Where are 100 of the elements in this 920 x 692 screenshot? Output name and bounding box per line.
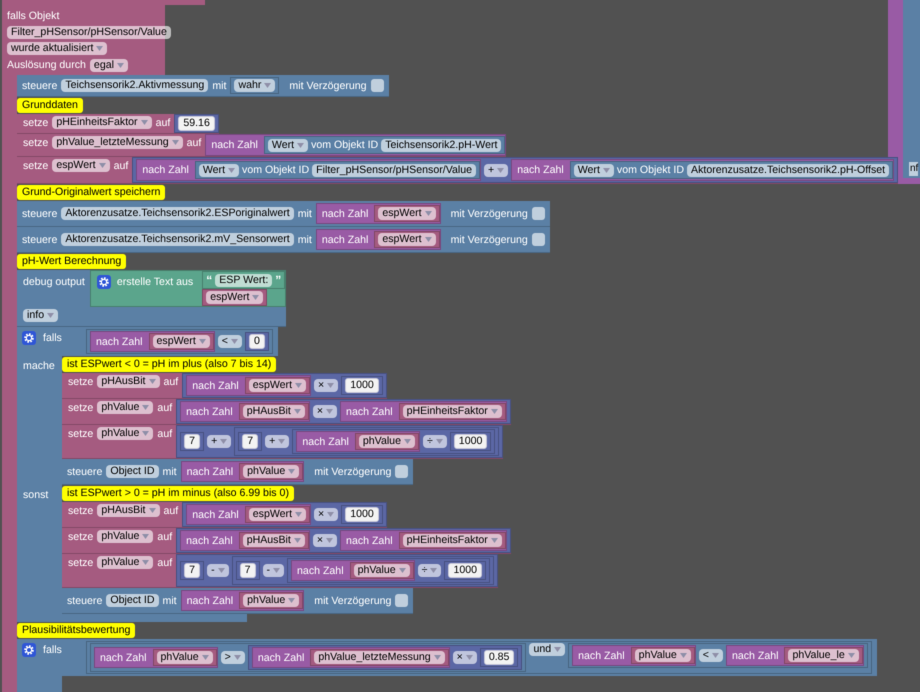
dropdown-field[interactable]: -: [207, 564, 229, 577]
dropdown-field[interactable]: pHEinheitsFaktor: [402, 534, 502, 547]
caret-icon: [424, 211, 432, 216]
dropdown-field[interactable]: <: [698, 649, 723, 662]
gear-icon[interactable]: [22, 331, 36, 345]
dropdown-field[interactable]: phValue: [97, 401, 154, 414]
gear-icon[interactable]: [22, 643, 36, 657]
dropdown-field[interactable]: phValue: [97, 427, 154, 440]
number-field[interactable]: 7: [184, 434, 200, 449]
dropdown-field[interactable]: phValue_letzteMessung: [314, 651, 445, 664]
block-label: nach Zahl: [517, 163, 564, 177]
checkbox[interactable]: [532, 207, 545, 220]
text-field[interactable]: ESP Wert:: [215, 274, 272, 286]
caret-icon: [404, 439, 411, 444]
dropdown-field[interactable]: info: [23, 309, 58, 322]
dropdown-field[interactable]: +: [207, 435, 232, 448]
dropdown-field[interactable]: ×: [312, 405, 338, 418]
caret-icon: [230, 339, 238, 344]
dropdown-field[interactable]: wurde aktualisiert: [7, 42, 108, 55]
dropdown-field[interactable]: wahr: [234, 79, 276, 92]
gear-icon[interactable]: [96, 275, 111, 289]
dropdown-field[interactable]: espWert: [378, 233, 436, 246]
checkbox[interactable]: [395, 594, 408, 607]
dropdown-field[interactable]: phValue: [97, 556, 154, 569]
text-field[interactable]: Teichsensorik2.pH-Wert: [381, 138, 502, 152]
dropdown-field[interactable]: -: [262, 564, 284, 577]
number-field[interactable]: 1000: [448, 563, 482, 578]
dropdown-field[interactable]: espWert: [248, 508, 306, 521]
text-field[interactable]: Aktorenzusatze.Teichsensorik2.ESPoriginalwert: [61, 207, 294, 220]
dropdown-field[interactable]: +: [265, 435, 290, 448]
dropdown-field[interactable]: ÷: [422, 435, 447, 448]
number-field[interactable]: 7: [242, 434, 258, 449]
comment-note: ist ESPwert > 0 = pH im minus (also 6.99 bis 0): [62, 486, 294, 501]
block-label: nach Zahl: [142, 163, 189, 177]
dropdown-field[interactable]: espWert: [248, 379, 306, 392]
text-field[interactable]: Teichsensorik2.Aktivmessung: [61, 79, 208, 92]
dropdown-field[interactable]: egal: [90, 58, 128, 72]
dropdown-field[interactable]: ×: [314, 508, 338, 521]
number-field[interactable]: 0: [248, 334, 265, 349]
block-label: mit Verzögerung: [314, 464, 392, 478]
text-field[interactable]: Object ID: [106, 594, 158, 607]
dropdown-field[interactable]: +: [484, 164, 508, 176]
dropdown-field[interactable]: phValue: [243, 594, 300, 607]
block-label: setze: [23, 136, 48, 150]
dropdown-field[interactable]: pHAusBit: [242, 534, 305, 547]
dropdown-field[interactable]: und: [529, 643, 566, 656]
text-field[interactable]: Filter_pHSensor/pHSensor/Value: [7, 26, 171, 39]
dropdown-field[interactable]: espWert: [206, 291, 264, 304]
text-field[interactable]: Aktorenzusatze.Teichsensorik2.pH-Offset: [687, 164, 890, 176]
dropdown-field[interactable]: phValue: [97, 530, 154, 543]
caret-icon: [96, 46, 104, 51]
number-field[interactable]: 1000: [454, 434, 488, 449]
dropdown-field[interactable]: ×: [312, 534, 338, 547]
checkbox[interactable]: [395, 465, 408, 478]
number-field[interactable]: 7: [184, 563, 200, 578]
dropdown-field[interactable]: Wert: [268, 138, 308, 152]
dropdown-field[interactable]: pHEinheitsFaktor: [402, 405, 502, 418]
dropdown-field[interactable]: phValue: [358, 435, 415, 448]
number-field[interactable]: 0.85: [484, 650, 514, 665]
block-label: mit: [298, 206, 312, 220]
caret-icon: [848, 653, 855, 658]
text-field[interactable]: Filter_pHSensor/pHSensor/Value: [312, 164, 476, 176]
number-field[interactable]: 59.16: [178, 116, 215, 131]
dropdown-field[interactable]: <: [218, 335, 242, 348]
comment-note: ist ESPwert < 0 = pH im plus (also 7 bis 14): [62, 357, 276, 372]
dropdown-field[interactable]: >: [220, 651, 245, 664]
dropdown-field[interactable]: pHAusBit: [242, 405, 305, 418]
dropdown-field[interactable]: pHAusBit: [97, 375, 160, 388]
dropdown-field[interactable]: pHAusBit: [97, 504, 160, 517]
block-label: nach Zahl: [96, 334, 143, 348]
dropdown-field[interactable]: Wert: [574, 164, 614, 176]
dropdown-field[interactable]: ×: [314, 379, 338, 392]
checkbox[interactable]: [370, 79, 384, 92]
dropdown-field[interactable]: espWert: [378, 207, 436, 220]
block-label: steuere: [22, 78, 58, 92]
comment-note: Grunddaten: [17, 98, 83, 113]
dropdown-field[interactable]: phValue: [354, 564, 410, 577]
dropdown-field[interactable]: ×: [452, 651, 477, 664]
block-label: mit Verzögerung: [450, 232, 528, 246]
dropdown-field[interactable]: Wert: [198, 164, 240, 176]
text-field[interactable]: Aktorenzusatze.Teichsensorik2.mV_Sensorwert: [61, 233, 294, 246]
number-field[interactable]: 1000: [345, 507, 379, 522]
block-label: auf: [164, 375, 178, 389]
number-field[interactable]: 7: [240, 563, 256, 578]
dropdown-field[interactable]: pHEinheitsFaktor: [52, 116, 152, 129]
number-field[interactable]: 1000: [345, 378, 379, 393]
checkbox[interactable]: [532, 233, 545, 246]
dropdown-field[interactable]: phValue_le: [788, 649, 859, 662]
block-label: vom Objekt ID: [242, 163, 310, 177]
dropdown-field[interactable]: ÷: [418, 564, 442, 577]
dropdown-field[interactable]: phValue: [634, 649, 691, 662]
dropdown-field[interactable]: phValue: [156, 651, 213, 664]
block-label: steuere: [67, 464, 102, 478]
dropdown-field[interactable]: phValue_letzteMessung: [52, 136, 183, 149]
text-field[interactable]: nf: [909, 162, 918, 176]
text-field[interactable]: Object ID: [106, 465, 158, 478]
dropdown-field[interactable]: espWert: [152, 335, 210, 348]
dropdown-field[interactable]: espWert: [52, 159, 110, 172]
dropdown-field[interactable]: phValue: [243, 465, 300, 478]
block-label: setze: [68, 556, 94, 570]
